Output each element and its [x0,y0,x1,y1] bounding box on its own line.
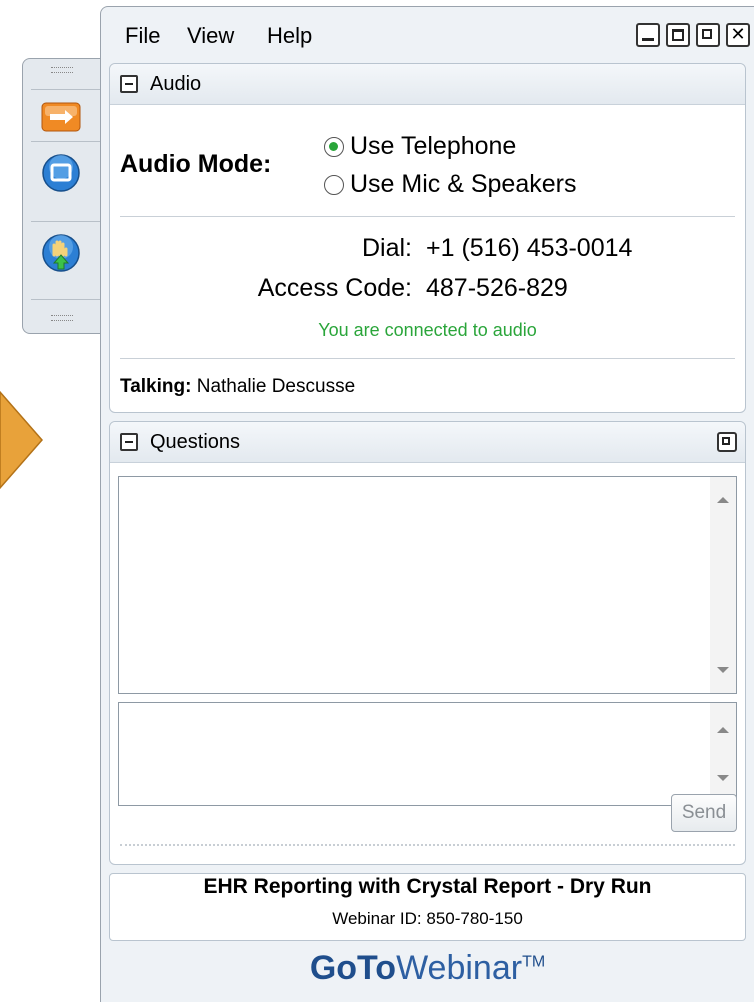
radio-use-telephone[interactable]: Use Telephone [324,132,516,161]
screen-icon [42,154,80,192]
radio-selected-icon [324,136,344,157]
send-button[interactable]: Send [671,794,737,832]
grab-handle-bottom[interactable] [50,315,73,321]
tab-divider [31,299,100,300]
screen-share-button[interactable] [37,149,85,197]
maximize-icon[interactable] [666,23,690,47]
hide-panel-button[interactable] [37,93,85,141]
menu-help[interactable]: Help [267,23,312,49]
dial-label: Dial: [361,234,412,262]
dial-number: +1 (516) 453-0014 [426,234,633,262]
question-input-scrollbar[interactable] [710,703,736,805]
question-input[interactable] [118,702,737,806]
expand-arrow-icon[interactable] [0,390,44,490]
tab-divider [31,89,100,90]
tab-divider [31,221,100,222]
talking-indicator: Talking: Nathalie Descusse [120,376,355,398]
scroll-down-icon[interactable] [717,667,729,673]
audio-section: Audio Audio Mode: Use Telephone Use Mic … [109,63,746,413]
raise-hand-icon [42,234,80,272]
minimize-icon[interactable] [636,23,660,47]
menu-view[interactable]: View [187,23,234,49]
divider [120,358,735,359]
audio-mode-label: Audio Mode: [120,150,272,178]
questions-log-scrollbar[interactable] [710,477,736,693]
popout-icon[interactable] [717,432,737,452]
access-code-label: Access Code: [257,274,412,302]
control-panel: File View Help ✕ Audio Audio Mode: Use T… [100,6,754,1002]
scroll-up-icon[interactable] [717,727,729,733]
logo-goto: GoTo [309,949,397,987]
logo-webinar: Webinar [396,949,523,987]
dotted-divider [120,844,735,846]
radio-use-mic-speakers[interactable]: Use Mic & Speakers [324,170,576,199]
questions-section: Questions Send [109,421,746,865]
questions-section-header: Questions [110,422,745,463]
questions-log[interactable] [118,476,737,694]
scroll-up-icon[interactable] [717,497,729,503]
radio-label: Use Mic & Speakers [350,170,577,198]
menu-file[interactable]: File [125,23,160,49]
webinar-title: EHR Reporting with Crystal Report - Dry … [203,875,652,898]
popout-icon[interactable] [696,23,720,47]
gotowebinar-logo: GoToWebinarTM [101,949,754,988]
access-code-value: 487-526-829 [426,274,568,302]
talking-name: Nathalie Descusse [196,376,356,397]
raise-hand-button[interactable] [37,229,85,277]
talking-label: Talking: [120,376,192,397]
audio-section-title: Audio [150,73,202,95]
webinar-id: Webinar ID: 850-780-150 [332,909,523,928]
grab-handle-top[interactable] [50,67,73,73]
collapse-icon[interactable] [120,433,138,451]
radio-unselected-icon [324,174,344,195]
control-tab[interactable] [22,58,100,334]
window-controls: ✕ [636,23,750,47]
divider [120,216,735,217]
scroll-down-icon[interactable] [717,775,729,781]
orange-arrow-icon [41,102,81,132]
audio-section-header: Audio [110,64,745,105]
audio-status: You are connected to audio [318,320,537,340]
collapse-icon[interactable] [120,75,138,93]
questions-section-title: Questions [150,431,241,453]
logo-tm: TM [522,953,546,971]
radio-label: Use Telephone [350,132,517,160]
tab-divider [31,141,100,142]
close-icon[interactable]: ✕ [726,23,750,47]
menu-bar: File View Help ✕ [101,7,754,59]
